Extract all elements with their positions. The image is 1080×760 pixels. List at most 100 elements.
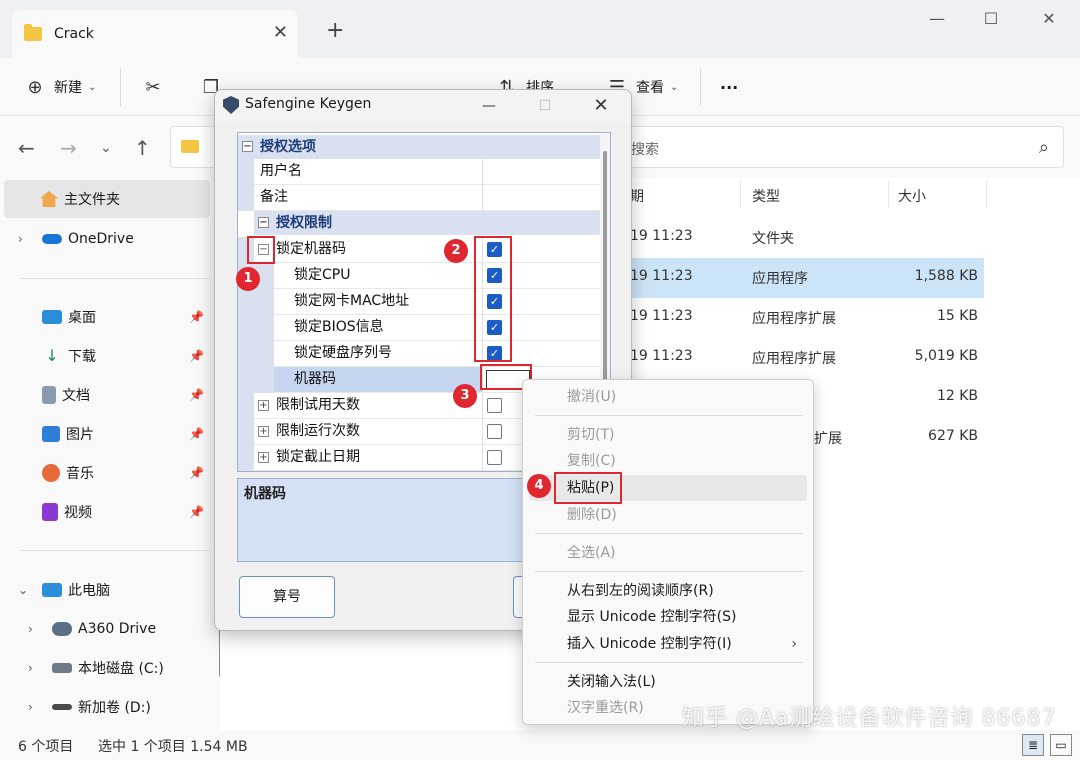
category-license-limits[interactable]: − 授权限制 xyxy=(254,211,600,235)
menu-item-close-ime[interactable]: 关闭输入法(L) xyxy=(529,669,807,695)
column-header-date[interactable]: 期 xyxy=(630,186,644,206)
menu-item-show-unicode[interactable]: 显示 Unicode 控制字符(S) xyxy=(529,604,807,630)
menu-item-cut[interactable]: 剪切(T) xyxy=(529,422,807,448)
menu-item-copy[interactable]: 复制(C) xyxy=(529,448,807,474)
menu-separator xyxy=(535,533,803,534)
more-options-button[interactable]: ··· xyxy=(720,72,738,102)
minimize-button[interactable]: — xyxy=(914,6,960,34)
pictures-icon xyxy=(42,426,60,442)
nav-item-pictures[interactable]: 图片 📌 xyxy=(0,415,210,453)
home-icon xyxy=(40,191,58,207)
nav-item-desktop[interactable]: 桌面 📌 xyxy=(0,298,210,336)
nav-item-home[interactable]: 主文件夹 xyxy=(4,180,210,218)
close-button[interactable]: ✕ xyxy=(1026,6,1072,34)
cell-type: 文件夹 xyxy=(752,231,794,247)
checkbox-limit-runs[interactable] xyxy=(487,424,502,439)
table-row[interactable]: 19 11:23 文件夹 xyxy=(600,218,984,258)
search-input[interactable]: 搜索 ⌕ xyxy=(600,126,1064,168)
prop-name: 锁定BIOS信息 xyxy=(294,319,384,335)
expand-icon[interactable]: + xyxy=(258,452,269,463)
prop-row-remark[interactable]: 备注 xyxy=(238,185,600,211)
menu-item-rtl[interactable]: 从右到左的阅读顺序(R) xyxy=(529,578,807,604)
pin-icon[interactable]: 📌 xyxy=(189,427,204,441)
tab-bar: Crack ✕ + — ☐ ✕ xyxy=(0,0,1080,58)
plus-circle-icon: ⊕ xyxy=(27,76,43,98)
dialog-minimize-button[interactable]: — xyxy=(469,92,509,120)
dialog-titlebar[interactable]: Safengine Keygen — ☐ ✕ xyxy=(215,90,631,122)
collapse-icon[interactable]: − xyxy=(258,217,269,228)
pin-icon[interactable]: 📌 xyxy=(189,349,204,363)
nav-item-disk-c[interactable]: › 本地磁盘 (C:) xyxy=(0,649,210,687)
checkbox-limit-days[interactable] xyxy=(487,398,502,413)
table-row[interactable]: 19 11:23 应用程序 1,588 KB xyxy=(600,258,984,298)
new-button[interactable]: ⊕ 新建 ⌄ xyxy=(24,72,96,102)
row-gutter xyxy=(238,289,274,315)
back-arrow-icon[interactable]: ← xyxy=(18,136,35,160)
nav-item-documents[interactable]: 文档 📌 xyxy=(0,376,210,414)
menu-item-undo[interactable]: 撤消(U) xyxy=(529,384,807,410)
table-row[interactable]: 19 11:23 应用程序扩展 5,019 KB xyxy=(600,338,984,378)
nav-item-onedrive[interactable]: › OneDrive xyxy=(0,220,210,258)
column-separator xyxy=(986,180,987,208)
tiles-view-icon[interactable]: ▭ xyxy=(1050,734,1072,756)
cell-size: 15 KB xyxy=(936,308,978,324)
nav-item-a360[interactable]: › A360 Drive xyxy=(0,610,210,648)
nav-item-music[interactable]: 音乐 📌 xyxy=(0,454,210,492)
expand-icon[interactable]: + xyxy=(258,400,269,411)
prop-name: 锁定截止日期 xyxy=(276,449,360,465)
new-label: 新建 xyxy=(54,80,82,96)
nav-item-this-pc[interactable]: ⌄ 此电脑 xyxy=(0,571,210,609)
nav-label: 本地磁盘 (C:) xyxy=(78,661,164,677)
nav-item-videos[interactable]: 视频 📌 xyxy=(0,493,210,531)
column-header-type[interactable]: 类型 xyxy=(752,186,780,206)
collapse-icon[interactable]: − xyxy=(242,141,253,152)
menu-item-insert-unicode[interactable]: 插入 Unicode 控制字符(I) › xyxy=(529,631,807,657)
view-label: 查看 xyxy=(636,80,664,96)
row-gutter xyxy=(238,419,254,445)
nav-item-disk-d[interactable]: › 新加卷 (D:) xyxy=(0,688,210,726)
nav-label: 视频 xyxy=(64,505,92,521)
maximize-button[interactable]: ☐ xyxy=(968,6,1014,34)
recent-locations-icon[interactable]: ⌄ xyxy=(100,140,112,156)
prop-row-lock-cpu[interactable]: 锁定CPU ✓ xyxy=(238,263,600,289)
music-icon xyxy=(42,464,60,482)
nav-item-downloads[interactable]: ↓ 下载 📌 xyxy=(0,337,210,375)
tab-close-icon[interactable]: ✕ xyxy=(273,22,288,43)
pin-icon[interactable]: 📌 xyxy=(189,505,204,519)
chevron-right-icon: › xyxy=(791,636,797,652)
prop-row-lock-machine[interactable]: − 锁定机器码 ✓ xyxy=(238,237,600,263)
toolbar-divider xyxy=(120,68,121,106)
table-row[interactable]: 19 11:23 应用程序扩展 15 KB xyxy=(600,298,984,338)
cut-button[interactable]: ✂ xyxy=(142,72,164,102)
pin-icon[interactable]: 📌 xyxy=(189,388,204,402)
prop-name: 备注 xyxy=(260,189,288,205)
pin-icon[interactable]: 📌 xyxy=(189,310,204,324)
row-gutter xyxy=(238,341,274,367)
prop-row-lock-mac[interactable]: 锁定网卡MAC地址 ✓ xyxy=(238,289,600,315)
cell-size: 627 KB xyxy=(928,428,978,444)
menu-item-label: 插入 Unicode 控制字符(I) xyxy=(567,636,732,652)
status-bar: 6 个项目 选中 1 个项目 1.54 MB ≣ ▭ xyxy=(0,730,1080,760)
watermark-text: 知乎 @Aa测绘设备软件咨询 86687 xyxy=(682,706,1057,731)
menu-item-delete[interactable]: 删除(D) xyxy=(529,502,807,528)
item-count: 6 个项目 xyxy=(18,739,74,755)
context-menu: 撤消(U) 剪切(T) 复制(C) 粘贴(P) 删除(D) 全选(A) 从右到左… xyxy=(522,379,814,725)
prop-row-username[interactable]: 用户名 xyxy=(238,159,600,185)
checkbox-lock-expiry[interactable] xyxy=(487,450,502,465)
dialog-close-button[interactable]: ✕ xyxy=(581,92,621,120)
forward-arrow-icon[interactable]: → xyxy=(60,136,77,160)
category-license-options[interactable]: − 授权选项 xyxy=(238,135,600,159)
calc-button[interactable]: 算号 xyxy=(239,576,335,618)
prop-row-lock-disk[interactable]: 锁定硬盘序列号 ✓ xyxy=(238,341,600,367)
menu-item-select-all[interactable]: 全选(A) xyxy=(529,540,807,566)
up-arrow-icon[interactable]: ↑ xyxy=(134,136,151,160)
prop-row-lock-bios[interactable]: 锁定BIOS信息 ✓ xyxy=(238,315,600,341)
expand-icon[interactable]: + xyxy=(258,426,269,437)
column-header-size[interactable]: 大小 xyxy=(898,186,926,206)
pin-icon[interactable]: 📌 xyxy=(189,466,204,480)
tab-crack[interactable]: Crack ✕ xyxy=(12,10,298,58)
value-divider xyxy=(482,393,483,419)
details-view-icon[interactable]: ≣ xyxy=(1022,734,1044,756)
new-tab-button[interactable]: + xyxy=(326,18,344,43)
scroll-thumb[interactable] xyxy=(603,151,607,391)
